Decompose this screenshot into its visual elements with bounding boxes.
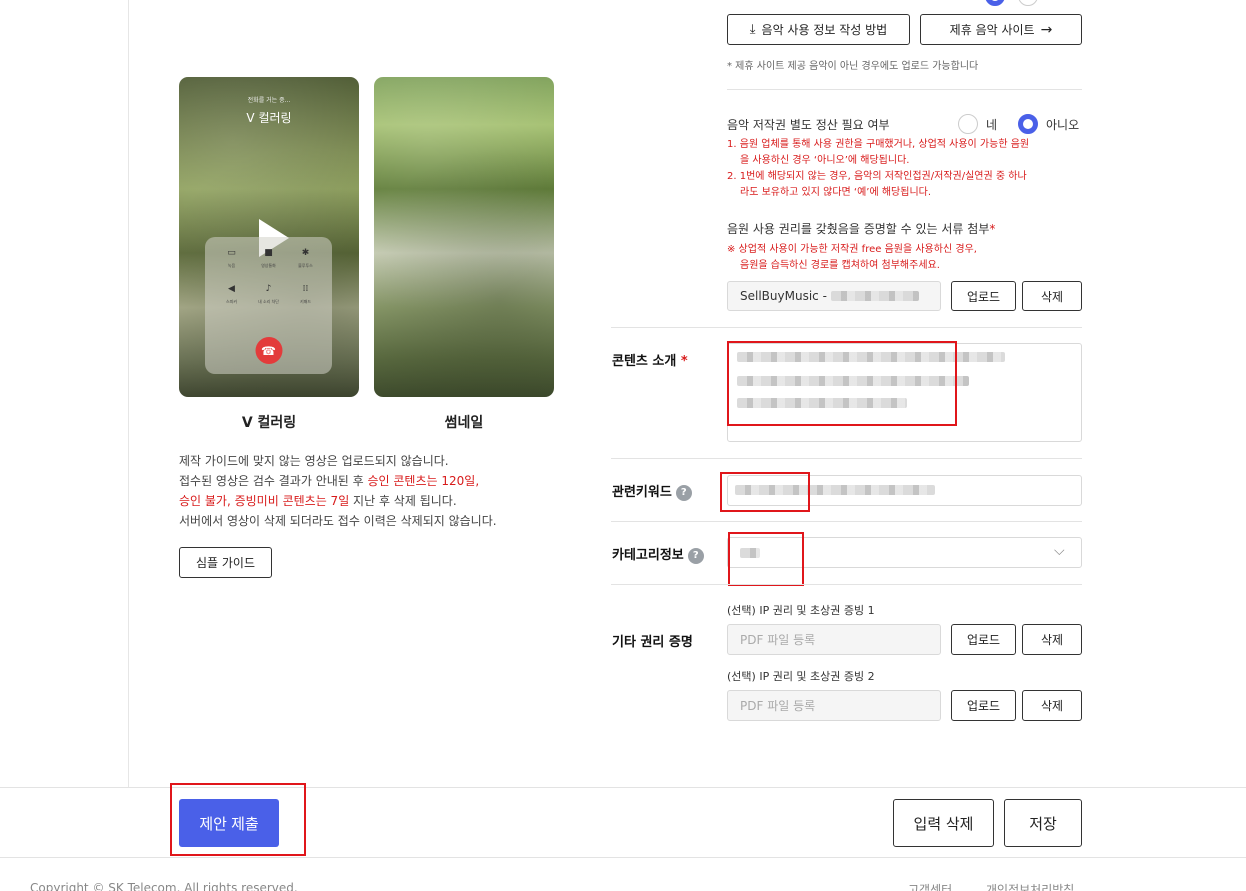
bluetooth-icon: ✱ [301, 248, 310, 258]
call-button: ■ 영상통화 [250, 247, 287, 269]
proof-label: 음원 사용 권리를 갖췄음을 증명할 수 있는 서류 첨부* [727, 222, 996, 236]
rule-2a: 2. 1번에 해당되지 않는 경우, 음악의 저작인접권/저작권/실연권 중 하… [727, 171, 1027, 182]
save-button[interactable]: 저장 [1004, 799, 1082, 847]
left-divider [128, 0, 129, 787]
rights-proof-label: 기타 권리 증명 [612, 635, 693, 650]
proof-warning-b: 음원을 습득하신 경로를 캡쳐하여 첨부해주세요. [740, 260, 940, 271]
rule-1a: 1. 음원 업체를 통해 사용 권한을 구매했거나, 상업적 사용이 가능한 음… [727, 139, 1030, 150]
blurred-text [737, 376, 969, 386]
music-upload-button[interactable]: 업로드 [951, 281, 1016, 311]
ip-proof-1-upload-button[interactable]: 업로드 [951, 624, 1016, 655]
ip-proof-1-field[interactable]: PDF 파일 등록 [727, 624, 941, 655]
guide-note-2: 접수된 영상은 검수 결과가 안내된 후 승인 콘텐츠는 120일, [179, 474, 480, 488]
arrow-right-icon: → [1040, 21, 1053, 38]
radio-yes-label: 네 [986, 118, 998, 132]
call-button: ▭ 녹음 [213, 247, 250, 269]
blurred-text [737, 352, 1005, 362]
radio-top-selected[interactable] [985, 0, 1005, 6]
ip-proof-1-label: (선택) IP 권리 및 초상권 증빙 1 [727, 604, 875, 617]
record-icon: ▭ [227, 248, 236, 258]
ip-proof-2-label: (선택) IP 권리 및 초상권 증빙 2 [727, 670, 875, 683]
vcoloring-caption: V 컬러링 [241, 415, 297, 431]
preview-title: V 컬러링 [246, 111, 292, 125]
call-button: ◀ 스피커 [213, 283, 250, 305]
call-controls-panel: ▭ 녹음 ■ 영상통화 ✱ 블루투스 ◀ 스피커 ♪ 내 소리 차단 ⁞⁞ 키패드 ☎ [205, 237, 332, 374]
blurred-text [737, 398, 907, 408]
divider [611, 327, 1082, 328]
call-button-label: 키패드 [299, 299, 312, 304]
vcoloring-preview: 전화를 거는 중... V 컬러링 ▭ 녹음 ■ 영상통화 ✱ 블루투스 ◀ 스피커 ♪ 내 소리… [179, 77, 359, 397]
category-label: 카테고리정보? [612, 544, 704, 564]
video-call-icon: ■ [264, 248, 273, 258]
divider [611, 458, 1082, 459]
chevron-down-icon: ⌵ [1054, 543, 1065, 559]
simple-guide-button[interactable]: 심플 가이드 [179, 547, 272, 578]
category-select[interactable] [727, 537, 1082, 568]
help-center-link[interactable]: 고객센터 [908, 881, 952, 891]
copyright-text: Copyright © SK Telecom. All rights reser… [30, 881, 298, 891]
keypad-icon: ⁞⁞ [302, 284, 309, 294]
call-button-label: 블루투스 [298, 263, 313, 268]
call-button-label: 내 소리 차단 [258, 299, 279, 304]
divider [611, 521, 1082, 522]
proof-warning-a: ※ 상업적 사용이 가능한 저작권 free 음원을 사용하신 경우, [727, 244, 977, 255]
call-button: ✱ 블루투스 [287, 247, 324, 269]
guide-note-3: 승인 불가, 증빙미비 콘텐츠는 7일 지난 후 삭제 됩니다. [179, 494, 457, 508]
partner-note: * 제휴 사이트 제공 음악이 아닌 경우에도 업로드 가능합니다 [727, 61, 979, 72]
submit-proposal-button[interactable]: 제안 제출 [179, 799, 279, 847]
guide-note-1: 제작 가이드에 맞지 않는 영상은 업로드되지 않습니다. [179, 454, 449, 468]
call-button-label: 영상통화 [261, 263, 276, 268]
music-info-guide-button[interactable]: ⤓ 음악 사용 정보 작성 방법 [727, 14, 910, 45]
music-delete-button[interactable]: 삭제 [1022, 281, 1082, 311]
music-proof-file-field: SellBuyMusic - [727, 281, 941, 311]
radio-yes[interactable] [958, 114, 978, 134]
copyright-question: 음악 저작권 별도 정산 필요 여부 [727, 118, 890, 132]
divider [0, 787, 1246, 788]
rule-1b: 을 사용하신 경우 ‘아니오’에 해당됩니다. [740, 155, 910, 166]
partner-music-site-button[interactable]: 제휴 음악 사이트 → [920, 14, 1082, 45]
call-button-label: 스피커 [225, 299, 238, 304]
ip-proof-2-upload-button[interactable]: 업로드 [951, 690, 1016, 721]
content-intro-label: 콘텐츠 소개 * [612, 354, 688, 369]
privacy-policy-link[interactable]: 개인정보처리방침 [986, 881, 1074, 891]
keyword-label: 관련키워드? [612, 481, 692, 501]
divider [727, 89, 1082, 90]
guide-note-4: 서버에서 영상이 삭제 되더라도 접수 이력은 삭제되지 않습니다. [179, 514, 497, 528]
radio-no-label: 아니오 [1046, 118, 1080, 132]
blurred-text [735, 485, 935, 495]
help-icon[interactable]: ? [675, 484, 692, 501]
ip-proof-2-field[interactable]: PDF 파일 등록 [727, 690, 941, 721]
speaker-icon: ◀ [228, 284, 235, 294]
ip-proof-1-delete-button[interactable]: 삭제 [1022, 624, 1082, 655]
rule-2b: 라도 보유하고 있지 않다면 ‘예’에 해당됩니다. [740, 187, 932, 198]
call-button: ⁞⁞ 키패드 [287, 283, 324, 305]
download-icon: ⤓ [749, 22, 756, 37]
thumbnail-caption: 썸네일 [444, 415, 484, 431]
mute-icon: ♪ [265, 284, 272, 294]
thumbnail-preview [374, 77, 554, 397]
call-button: ♪ 내 소리 차단 [250, 283, 287, 305]
radio-top[interactable] [1018, 0, 1038, 6]
call-button-label: 녹음 [227, 263, 236, 268]
end-call-icon: ☎ [255, 337, 282, 364]
divider [611, 584, 1082, 585]
help-icon[interactable]: ? [687, 547, 704, 564]
divider [0, 857, 1246, 858]
clear-input-button[interactable]: 입력 삭제 [893, 799, 994, 847]
radio-no[interactable] [1018, 114, 1038, 134]
ip-proof-2-delete-button[interactable]: 삭제 [1022, 690, 1082, 721]
calling-status: 전화를 거는 중... [247, 97, 291, 104]
